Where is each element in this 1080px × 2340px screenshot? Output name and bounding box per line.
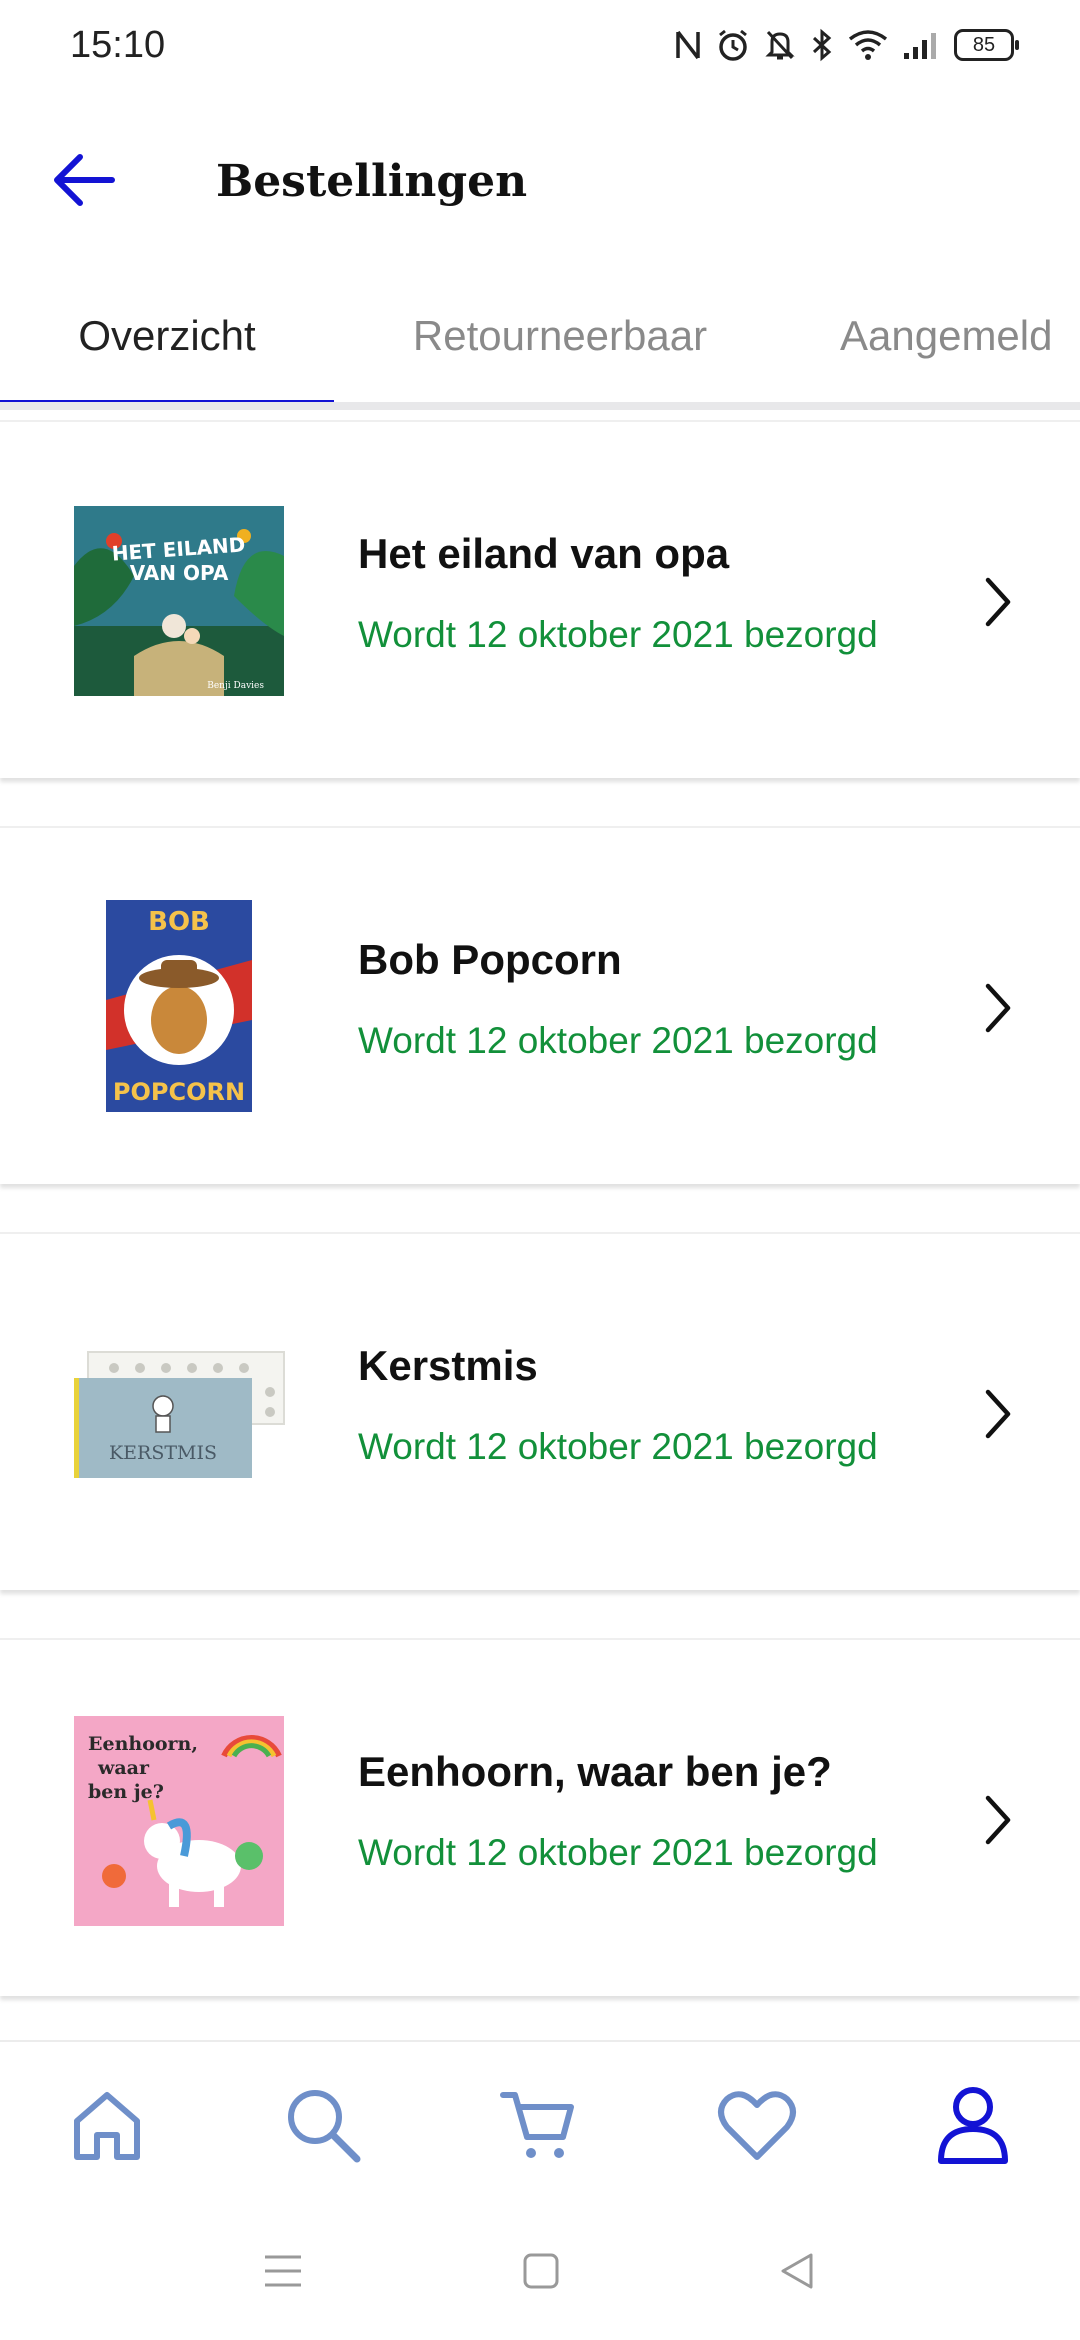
order-item[interactable]: BOB POPCORN Bob Popcorn Wordt 12 oktober…: [0, 826, 1080, 1184]
nav-account[interactable]: [928, 2080, 1018, 2170]
order-status: Wordt 12 oktober 2021 bezorgd: [358, 1020, 878, 1061]
chevron-right-icon: [985, 1795, 1011, 1845]
menu-icon: [265, 2255, 301, 2287]
nav-home[interactable]: [62, 2080, 152, 2170]
nfc-icon: [674, 28, 702, 62]
wifi-icon: [848, 29, 888, 61]
back-button[interactable]: [40, 136, 128, 224]
page-title: Bestellingen: [216, 156, 528, 207]
active-tab-indicator: [0, 400, 334, 402]
order-tabs: Overzicht Retourneerbaar Aangemeld: [0, 268, 1080, 410]
tab-retourneerbaar[interactable]: Retourneerbaar: [380, 268, 740, 402]
cover-title-line2: POPCORN: [113, 1078, 245, 1106]
status-icons: 85: [674, 28, 1019, 62]
heart-icon: [718, 2091, 796, 2160]
cover-title-line1: Eenhoorn,: [88, 1733, 198, 1755]
book-cover: HET EILAND VAN OPA Benji Davies: [74, 506, 284, 696]
home-system-button[interactable]: [516, 2246, 566, 2296]
orders-list: HET EILAND VAN OPA Benji Davies Het eila…: [0, 420, 1080, 2044]
signal-icon: [902, 29, 940, 61]
search-icon: [288, 2090, 361, 2163]
nav-search[interactable]: [278, 2080, 368, 2170]
chevron-right-icon: [985, 983, 1011, 1033]
status-bar: 15:10 85: [0, 0, 1080, 96]
battery-icon: 85: [954, 29, 1019, 61]
recents-button[interactable]: [258, 2246, 308, 2296]
tab-overzicht[interactable]: Overzicht: [0, 268, 334, 402]
square-icon: [523, 2253, 559, 2289]
order-item[interactable]: Eenhoorn, waar ben je? Eenhoorn, waar be…: [0, 1638, 1080, 1996]
bottom-navigation: [0, 2040, 1080, 2200]
app-header: Bestellingen: [0, 96, 1080, 268]
nav-favorites[interactable]: [712, 2080, 802, 2170]
order-title: Bob Popcorn: [358, 936, 622, 983]
order-title: Het eiland van opa: [358, 530, 730, 577]
order-status: Wordt 12 oktober 2021 bezorgd: [358, 1426, 878, 1467]
book-cover: BOB POPCORN: [106, 900, 252, 1112]
cover-title-line3: ben je?: [88, 1781, 164, 1803]
bell-off-icon: [764, 28, 796, 62]
order-title: Eenhoorn, waar ben je?: [358, 1748, 832, 1795]
order-item[interactable]: HET EILAND VAN OPA Benji Davies Het eila…: [0, 420, 1080, 778]
cover-title-line1: BOB: [148, 907, 210, 937]
cart-icon: [500, 2092, 574, 2158]
status-time: 15:10: [70, 24, 166, 66]
cover-title-line2: waar: [97, 1757, 150, 1779]
order-status: Wordt 12 oktober 2021 bezorgd: [358, 1832, 878, 1873]
chevron-right-icon: [985, 1389, 1011, 1439]
nav-cart[interactable]: [494, 2080, 584, 2170]
order-status: Wordt 12 oktober 2021 bezorgd: [358, 614, 878, 655]
order-title: Kerstmis: [358, 1342, 538, 1389]
triangle-back-icon: [781, 2253, 813, 2289]
arrow-left-icon: [54, 154, 115, 206]
alarm-icon: [716, 28, 750, 62]
cover-author: Benji Davies: [207, 681, 264, 691]
cover-title: KERSTMIS: [109, 1442, 217, 1464]
book-cover: KERSTMIS: [74, 1344, 285, 1484]
back-system-button[interactable]: [772, 2246, 822, 2296]
book-cover: Eenhoorn, waar ben je?: [74, 1716, 284, 1926]
account-icon: [938, 2087, 1008, 2164]
cover-title-line2: VAN OPA: [130, 561, 229, 585]
tab-aangemeld[interactable]: Aangemeld: [840, 268, 1080, 402]
home-icon: [74, 2092, 140, 2160]
system-navigation: [0, 2200, 1080, 2340]
chevron-right-icon: [985, 577, 1011, 627]
order-item[interactable]: KERSTMIS Kerstmis Wordt 12 oktober 2021 …: [0, 1232, 1080, 1590]
bluetooth-icon: [810, 28, 834, 62]
